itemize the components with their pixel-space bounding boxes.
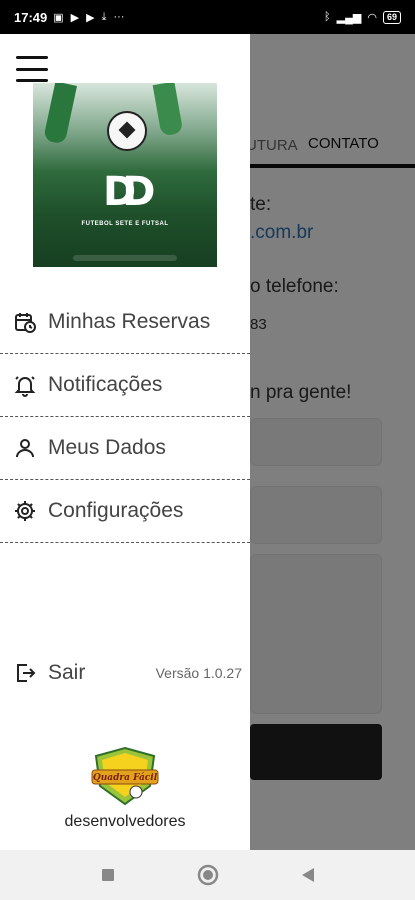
sim-icon: ▣ (53, 11, 64, 24)
recents-button[interactable] (97, 864, 119, 886)
status-notification-icons: ▣ ▶ ▶ ⤓ ··· (53, 11, 124, 24)
developer-logo[interactable]: Quadra Fácil (88, 746, 162, 808)
bluetooth-icon: ᛒ (324, 11, 331, 23)
logout-label: Sair (48, 661, 86, 684)
bell-icon (12, 372, 38, 398)
player-leg-right (152, 83, 184, 137)
dd-logo-mark: DD (103, 169, 156, 215)
menu-item-meus-dados[interactable]: Meus Dados (0, 417, 250, 480)
menu-item-label: Configurações (48, 499, 184, 522)
circle-icon (197, 864, 218, 886)
menu-item-configuracoes[interactable]: Configurações (0, 480, 250, 543)
menu-item-label: Notificações (48, 373, 163, 396)
developer-label: desenvolvedores (64, 813, 186, 830)
logout-button[interactable]: Sair Versão 1.0.27 (12, 660, 242, 686)
drawer-menu: Minhas Reservas Notificações Meus Dados … (0, 291, 250, 543)
play-store-icon: ▶ (86, 11, 95, 24)
system-nav-bar (0, 850, 415, 900)
player-leg-left (43, 83, 77, 145)
menu-item-label: Minhas Reservas (48, 310, 211, 333)
navigation-drawer: DD FUTEBOL SETE E FUTSAL Minhas Reservas (0, 34, 250, 850)
menu-item-notificacoes[interactable]: Notificações (0, 354, 250, 417)
calendar-clock-icon (12, 309, 38, 335)
status-time: 17:49 (14, 9, 48, 25)
logout-icon (12, 660, 38, 686)
hamburger-menu-icon[interactable] (16, 56, 48, 82)
download-icon: ⤓ (101, 10, 107, 23)
app-version: Versão 1.0.27 (155, 665, 242, 681)
status-system-icons: ᛒ ▂▄▆ ◠ 69 (324, 10, 401, 24)
user-icon (12, 435, 38, 461)
triangle-back-icon (301, 868, 314, 882)
home-button[interactable] (197, 864, 219, 886)
signal-icon: ▂▄▆ (336, 11, 362, 24)
more-icon: ··· (113, 11, 125, 23)
battery-icon: 69 (382, 10, 401, 24)
logo-caption: FUTEBOL SETE E FUTSAL (81, 221, 169, 227)
square-icon (101, 869, 114, 881)
wifi-icon: ◠ (367, 11, 377, 24)
logo-footer-bar (73, 255, 177, 261)
soccer-ball-icon (107, 111, 147, 151)
gear-icon (12, 498, 38, 524)
club-logo: DD FUTEBOL SETE E FUTSAL (33, 83, 217, 267)
back-button[interactable] (297, 864, 319, 886)
menu-item-minhas-reservas[interactable]: Minhas Reservas (0, 291, 250, 354)
play-icon: ▶ (70, 11, 80, 24)
status-bar: 17:49 ▣ ▶ ▶ ⤓ ··· ᛒ ▂▄▆ ◠ 69 (0, 0, 415, 34)
developer-logo-text: Quadra Fácil (93, 772, 158, 783)
menu-item-label: Meus Dados (48, 436, 166, 459)
